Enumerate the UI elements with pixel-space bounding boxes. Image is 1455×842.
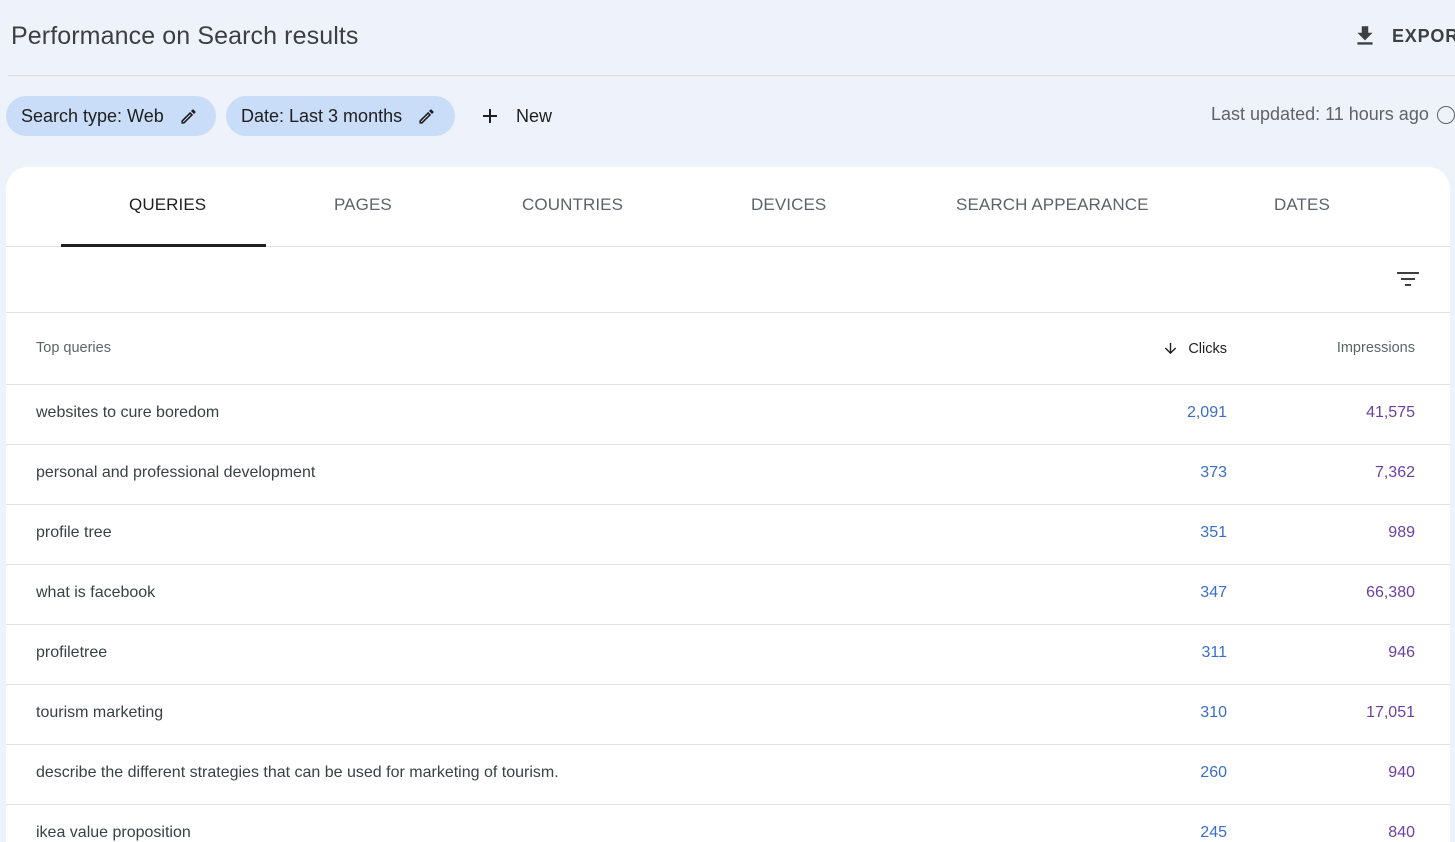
results-card: QUERIES PAGES COUNTRIES DEVICES SEARCH A… <box>6 167 1450 842</box>
clicks-cell: 373 <box>1200 464 1227 481</box>
dimension-tabs: QUERIES PAGES COUNTRIES DEVICES SEARCH A… <box>6 167 1450 247</box>
query-cell: profiletree <box>36 644 108 661</box>
tab-dates[interactable]: DATES <box>1274 195 1330 215</box>
impressions-cell: 840 <box>1388 824 1415 841</box>
clicks-cell: 245 <box>1200 824 1227 841</box>
clicks-cell: 2,091 <box>1186 404 1227 421</box>
column-header-impressions[interactable]: Impressions <box>1337 340 1415 356</box>
filter-lines-icon[interactable] <box>1393 264 1423 294</box>
column-header-clicks[interactable]: Clicks <box>1162 340 1227 357</box>
table-row[interactable]: profiletree 311 946 <box>6 625 1450 685</box>
pencil-icon <box>181 108 196 124</box>
table-row[interactable]: ikea value proposition 245 840 <box>6 805 1450 842</box>
impressions-cell: 17,051 <box>1366 704 1415 721</box>
table-row[interactable]: websites to cure boredom 2,091 41,575 <box>6 385 1450 445</box>
tab-search-appearance[interactable]: SEARCH APPEARANCE <box>956 195 1149 215</box>
tab-devices[interactable]: DEVICES <box>751 195 826 215</box>
query-cell: personal and professional development <box>36 464 316 481</box>
new-filter-button[interactable]: New <box>478 96 552 136</box>
download-icon <box>1357 26 1373 45</box>
active-tab-indicator <box>61 244 266 247</box>
column-header-top-queries: Top queries <box>36 340 111 356</box>
clicks-cell: 310 <box>1200 704 1227 721</box>
export-button[interactable]: EXPORT <box>1352 21 1455 51</box>
page-title: Performance on Search results <box>11 22 359 50</box>
impressions-cell: 940 <box>1388 764 1415 781</box>
plus-icon <box>483 109 497 123</box>
export-label: EXPORT <box>1392 25 1455 46</box>
impressions-cell: 989 <box>1388 524 1415 541</box>
table-row[interactable]: tourism marketing 310 17,051 <box>6 685 1450 745</box>
clicks-cell: 347 <box>1200 584 1227 601</box>
new-filter-label: New <box>516 105 553 126</box>
clicks-header-label: Clicks <box>1188 340 1227 357</box>
table-header: Top queries Clicks Impressions <box>6 313 1450 385</box>
date-label: Date: Last 3 months <box>241 105 403 126</box>
arrow-down-icon <box>1165 342 1177 355</box>
help-circle-icon[interactable] <box>1436 105 1455 124</box>
performance-page: Performance on Search results EXPORT Sea… <box>0 0 1455 842</box>
header-divider <box>8 75 1455 76</box>
table-row[interactable]: profile tree 351 989 <box>6 505 1450 565</box>
query-cell: what is facebook <box>36 584 156 601</box>
clicks-cell: 311 <box>1201 644 1227 661</box>
tab-countries[interactable]: COUNTRIES <box>522 195 623 215</box>
clicks-cell: 351 <box>1200 524 1227 541</box>
query-cell: ikea value proposition <box>36 824 191 841</box>
impressions-cell: 41,575 <box>1366 404 1415 421</box>
query-cell: profile tree <box>36 524 112 541</box>
search-type-chip[interactable]: Search type: Web <box>6 96 216 136</box>
date-chip[interactable]: Date: Last 3 months <box>226 96 455 136</box>
table-row[interactable]: personal and professional development 37… <box>6 445 1450 505</box>
query-cell: tourism marketing <box>36 704 164 721</box>
table-toolbar <box>6 248 1450 313</box>
query-cell: describe the different strategies that c… <box>36 764 559 781</box>
page-header: Performance on Search results EXPORT <box>0 0 1455 76</box>
table-row[interactable]: describe the different strategies that c… <box>6 745 1450 805</box>
query-cell: websites to cure boredom <box>36 404 220 421</box>
impressions-cell: 946 <box>1388 644 1415 661</box>
clicks-cell: 260 <box>1200 764 1227 781</box>
table-row[interactable]: what is facebook 347 66,380 <box>6 565 1450 625</box>
last-updated-text: Last updated: 11 hours ago <box>1211 104 1429 124</box>
impressions-cell: 66,380 <box>1366 584 1415 601</box>
impressions-cell: 7,362 <box>1374 464 1415 481</box>
tab-pages[interactable]: PAGES <box>334 195 392 215</box>
last-updated: Last updated: 11 hours ago <box>1211 104 1455 125</box>
tab-queries[interactable]: QUERIES <box>129 195 206 215</box>
pencil-icon <box>419 108 434 124</box>
query-rows: websites to cure boredom 2,091 41,575 pe… <box>6 385 1450 842</box>
search-type-label: Search type: Web <box>21 105 164 126</box>
